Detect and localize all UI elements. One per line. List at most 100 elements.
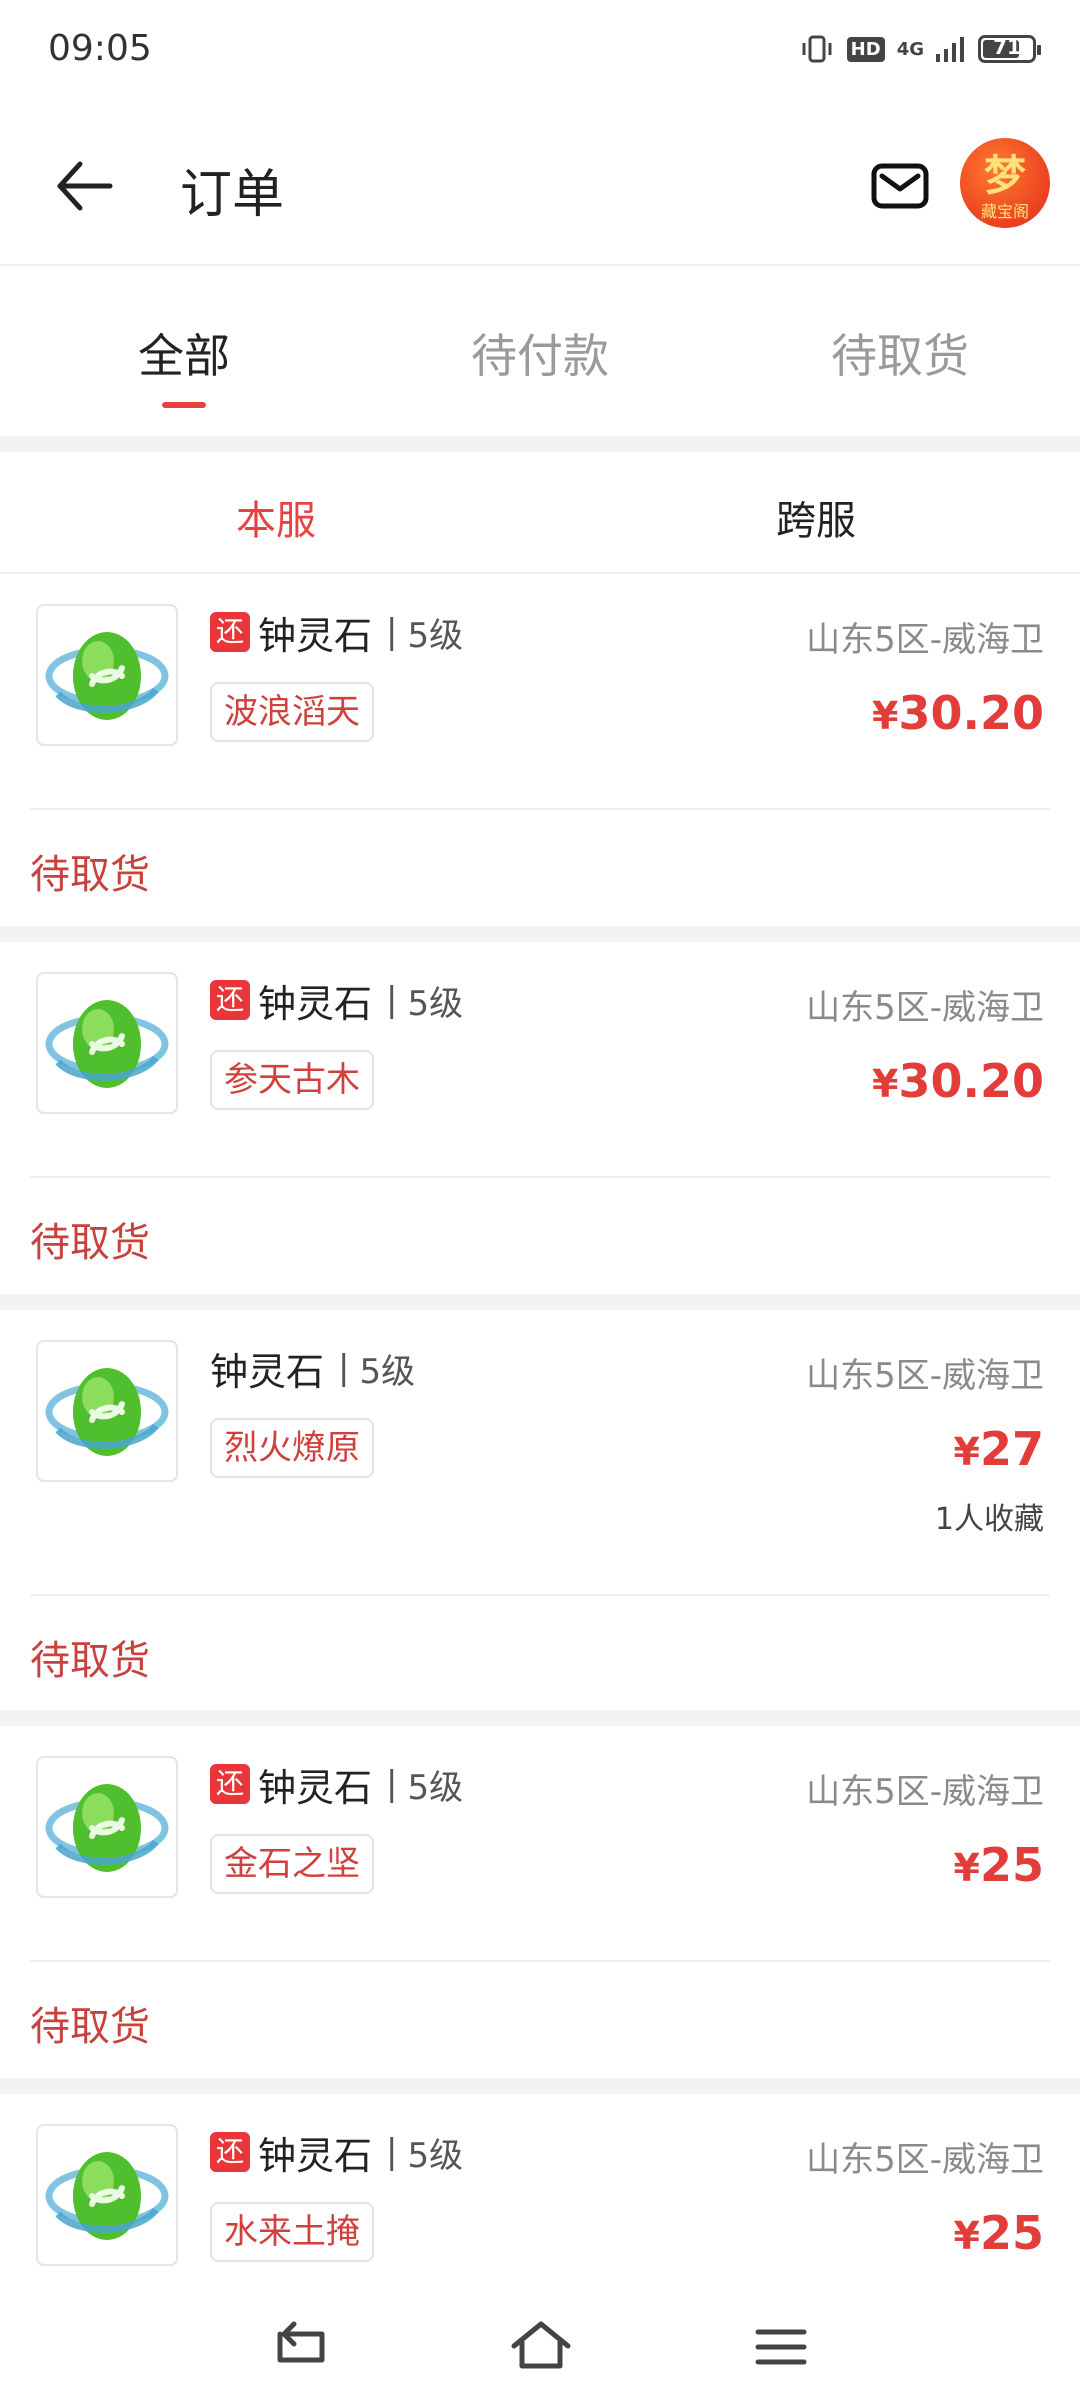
name-divider: |: [386, 612, 398, 652]
price-value: 25: [979, 1838, 1044, 1892]
item-thumbnail: [36, 604, 178, 746]
item-price: ¥25: [954, 2206, 1044, 2260]
name-divider: |: [386, 980, 398, 1020]
app-logo-avatar[interactable]: 梦 藏宝阁: [960, 138, 1050, 228]
server-name: 山东5区-威海卫: [806, 2140, 1044, 2180]
item-name: 钟灵石: [258, 2133, 373, 2178]
order-status: 待取货: [30, 852, 150, 898]
status-icons: HD 4G 71: [799, 34, 1041, 64]
price-value: 30.20: [898, 686, 1044, 740]
item-name-row: 还 钟灵石 | 5级: [210, 604, 463, 660]
gem-icon: [45, 632, 169, 720]
tab-all[interactable]: 全部: [4, 320, 364, 386]
item-name-row: 还 钟灵石 | 5级: [210, 972, 463, 1028]
item-price: ¥30.20: [872, 1054, 1044, 1108]
system-nav-bar: [0, 2290, 1080, 2400]
hd-badge: HD: [846, 36, 885, 62]
returnable-badge: 还: [210, 1764, 250, 1804]
page-title: 订单: [180, 165, 285, 225]
item-name-row: 钟灵石 | 5级: [210, 1340, 415, 1396]
order-card[interactable]: 还 钟灵石 | 5级 山东5区-威海卫 波浪滔天 ¥30.20 待取货: [0, 574, 1080, 926]
order-status: 待取货: [30, 1638, 150, 1684]
status-bar: 09:05 HD 4G 71: [0, 0, 1080, 100]
price-value: 25: [979, 2206, 1044, 2260]
order-card[interactable]: 钟灵石 | 5级 山东5区-威海卫 烈火燎原 ¥27 1人收藏 待取货: [0, 1310, 1080, 1710]
nav-back-icon[interactable]: [266, 2312, 336, 2382]
section-gap: [0, 436, 1080, 452]
card-divider: [30, 808, 1050, 810]
item-name-row: 还 钟灵石 | 5级: [210, 2124, 463, 2180]
price-value: 30.20: [898, 1054, 1044, 1108]
status-time: 09:05: [48, 28, 152, 69]
subtab-cross-server[interactable]: 跨服: [546, 488, 1080, 546]
item-name: 钟灵石: [210, 1349, 325, 1394]
item-name-row: 还 钟灵石 | 5级: [210, 1756, 463, 1812]
server-name: 山东5区-威海卫: [806, 620, 1044, 660]
tab-pending-pickup[interactable]: 待取货: [720, 320, 1080, 386]
section-gap: [0, 2078, 1080, 2094]
logo-main-text: 梦: [983, 151, 1026, 200]
item-level: 5级: [407, 615, 464, 656]
item-level: 5级: [407, 983, 464, 1024]
item-thumbnail: [36, 972, 178, 1114]
seller-tag: 参天古木: [210, 1050, 374, 1110]
item-level: 5级: [407, 2135, 464, 2176]
order-card[interactable]: 还 钟灵石 | 5级 山东5区-威海卫 水来土掩 ¥25: [0, 2094, 1080, 2290]
returnable-badge: 还: [210, 980, 250, 1020]
returnable-badge: 还: [210, 2132, 250, 2172]
server-name: 山东5区-威海卫: [806, 988, 1044, 1028]
item-thumbnail: [36, 1756, 178, 1898]
server-subtabs: 本服 跨服: [0, 452, 1080, 574]
nav-home-icon[interactable]: [506, 2312, 576, 2382]
battery-level: 71: [993, 35, 1021, 59]
seller-tag: 烈火燎原: [210, 1418, 374, 1478]
currency-symbol: ¥: [872, 694, 899, 738]
gem-icon: [45, 1784, 169, 1872]
item-thumbnail: [36, 1340, 178, 1482]
section-gap: [0, 1294, 1080, 1310]
name-divider: |: [338, 1348, 350, 1388]
returnable-badge: 还: [210, 612, 250, 652]
currency-symbol: ¥: [953, 1430, 980, 1474]
item-price: ¥25: [954, 1838, 1044, 1892]
network-label: 4G: [896, 38, 924, 60]
back-arrow-icon[interactable]: [48, 150, 120, 222]
app-header: 订单 梦 藏宝阁: [0, 100, 1080, 266]
seller-tag: 波浪滔天: [210, 682, 374, 742]
subtab-local-server[interactable]: 本服: [6, 488, 546, 546]
price-value: 27: [979, 1422, 1044, 1476]
currency-symbol: ¥: [872, 1062, 899, 1106]
nav-menu-icon[interactable]: [746, 2312, 816, 2382]
server-name: 山东5区-威海卫: [806, 1356, 1044, 1396]
name-divider: |: [386, 2132, 398, 2172]
seller-tag: 水来土掩: [210, 2202, 374, 2262]
order-status: 待取货: [30, 2004, 150, 2050]
order-card[interactable]: 还 钟灵石 | 5级 山东5区-威海卫 参天古木 ¥30.20 待取货: [0, 942, 1080, 1294]
gem-icon: [45, 1000, 169, 1088]
logo-sub-text: 藏宝阁: [980, 202, 1029, 221]
order-tabs: 全部 待付款 待取货: [0, 268, 1080, 436]
gem-icon: [45, 2152, 169, 2240]
item-price: ¥27: [954, 1422, 1044, 1476]
section-gap: [0, 926, 1080, 942]
order-card[interactable]: 还 钟灵石 | 5级 山东5区-威海卫 金石之坚 ¥25 待取货: [0, 1726, 1080, 2078]
item-thumbnail: [36, 2124, 178, 2266]
tab-pending-payment[interactable]: 待付款: [360, 320, 720, 386]
card-divider: [30, 1960, 1050, 1962]
favorites-count: 1人收藏: [934, 1502, 1044, 1537]
currency-symbol: ¥: [953, 2214, 980, 2258]
battery-icon: 71: [978, 35, 1041, 63]
item-level: 5级: [359, 1351, 416, 1392]
item-price: ¥30.20: [872, 686, 1044, 740]
item-level: 5级: [407, 1767, 464, 1808]
seller-tag: 金石之坚: [210, 1834, 374, 1894]
order-status: 待取货: [30, 1220, 150, 1266]
server-name: 山东5区-威海卫: [806, 1772, 1044, 1812]
card-divider: [30, 1594, 1050, 1596]
item-name: 钟灵石: [258, 613, 373, 658]
gem-icon: [45, 1368, 169, 1456]
section-gap: [0, 1710, 1080, 1726]
item-name: 钟灵石: [258, 1765, 373, 1810]
signal-icon: [936, 37, 964, 62]
mail-icon[interactable]: [866, 152, 934, 220]
